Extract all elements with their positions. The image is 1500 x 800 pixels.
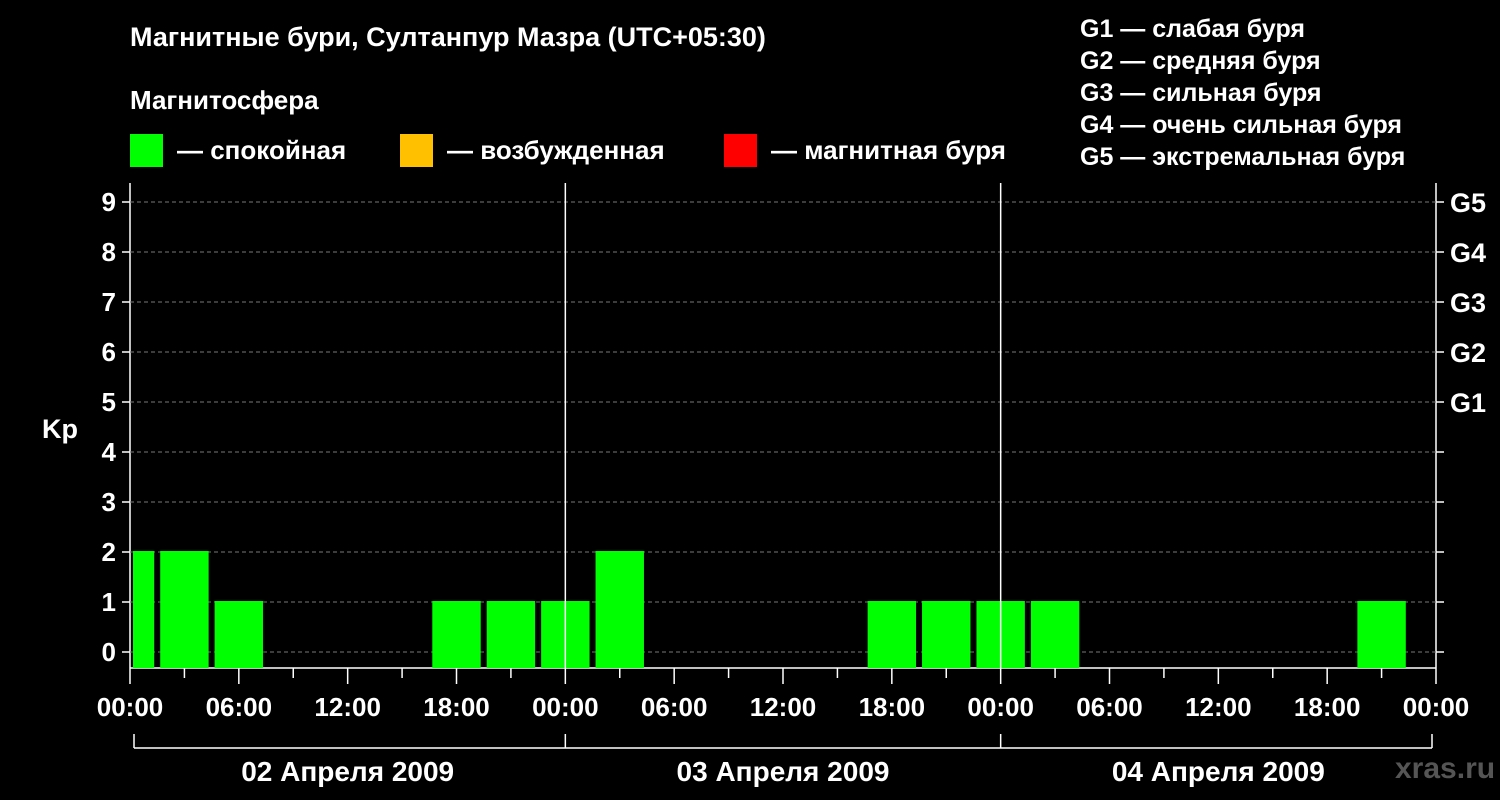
x-tick-label-1: 06:00 bbox=[206, 692, 273, 722]
y-tick-label-2: 2 bbox=[102, 537, 116, 567]
y-tick-label-7: 7 bbox=[102, 287, 116, 317]
y-tick-label-1: 1 bbox=[102, 587, 116, 617]
g-level-label-g5: G5 bbox=[1450, 188, 1486, 218]
y-tick-label-4: 4 bbox=[102, 437, 117, 467]
x-tick-label-12: 00:00 bbox=[1403, 692, 1470, 722]
kp-bar-11 bbox=[1357, 601, 1406, 668]
g-level-label-g1: G1 bbox=[1450, 388, 1486, 418]
x-tick-label-3: 18:00 bbox=[423, 692, 490, 722]
kp-bar-1 bbox=[160, 551, 209, 668]
y-tick-label-0: 0 bbox=[102, 637, 116, 667]
kp-bar-8 bbox=[922, 601, 971, 668]
x-tick-label-2: 12:00 bbox=[314, 692, 381, 722]
x-tick-label-8: 00:00 bbox=[967, 692, 1034, 722]
g-level-label-g4: G4 bbox=[1450, 238, 1486, 268]
kp-bar-3 bbox=[432, 601, 481, 668]
kp-bar-10 bbox=[1030, 601, 1080, 668]
y-tick-label-9: 9 bbox=[102, 187, 116, 217]
y-tick-label-6: 6 bbox=[102, 337, 116, 367]
kp-bar-6 bbox=[595, 551, 644, 668]
kp-bar-0 bbox=[133, 551, 155, 668]
watermark: xras.ru bbox=[1395, 752, 1496, 785]
x-tick-label-4: 00:00 bbox=[532, 692, 599, 722]
x-tick-label-11: 18:00 bbox=[1294, 692, 1361, 722]
x-tick-label-9: 06:00 bbox=[1076, 692, 1143, 722]
kp-bar-2 bbox=[214, 601, 264, 668]
day-label-2: 04 Апреля 2009 bbox=[1112, 756, 1325, 787]
kp-bar-7 bbox=[867, 601, 917, 668]
y-tick-label-5: 5 bbox=[102, 387, 116, 417]
x-tick-label-7: 18:00 bbox=[859, 692, 926, 722]
kp-bar-4 bbox=[486, 601, 536, 668]
y-tick-label-3: 3 bbox=[102, 487, 116, 517]
g-level-label-g3: G3 bbox=[1450, 288, 1486, 318]
kp-chart: 0 1 2 3 4 5 6 7 8 9 Kp G1 G2 G3 G4 G5 00:00 06:00 12:00 18:… bbox=[42, 183, 1486, 787]
day-label-0: 02 Апреля 2009 bbox=[241, 756, 454, 787]
day-label-1: 03 Апреля 2009 bbox=[677, 756, 890, 787]
g-level-label-g2: G2 bbox=[1450, 338, 1486, 368]
y-axis-label: Kp bbox=[42, 414, 78, 444]
x-tick-label-6: 12:00 bbox=[750, 692, 817, 722]
x-tick-label-10: 12:00 bbox=[1185, 692, 1252, 722]
y-tick-label-8: 8 bbox=[102, 237, 116, 267]
x-tick-label-5: 06:00 bbox=[641, 692, 708, 722]
x-tick-label-0: 00:00 bbox=[97, 692, 164, 722]
